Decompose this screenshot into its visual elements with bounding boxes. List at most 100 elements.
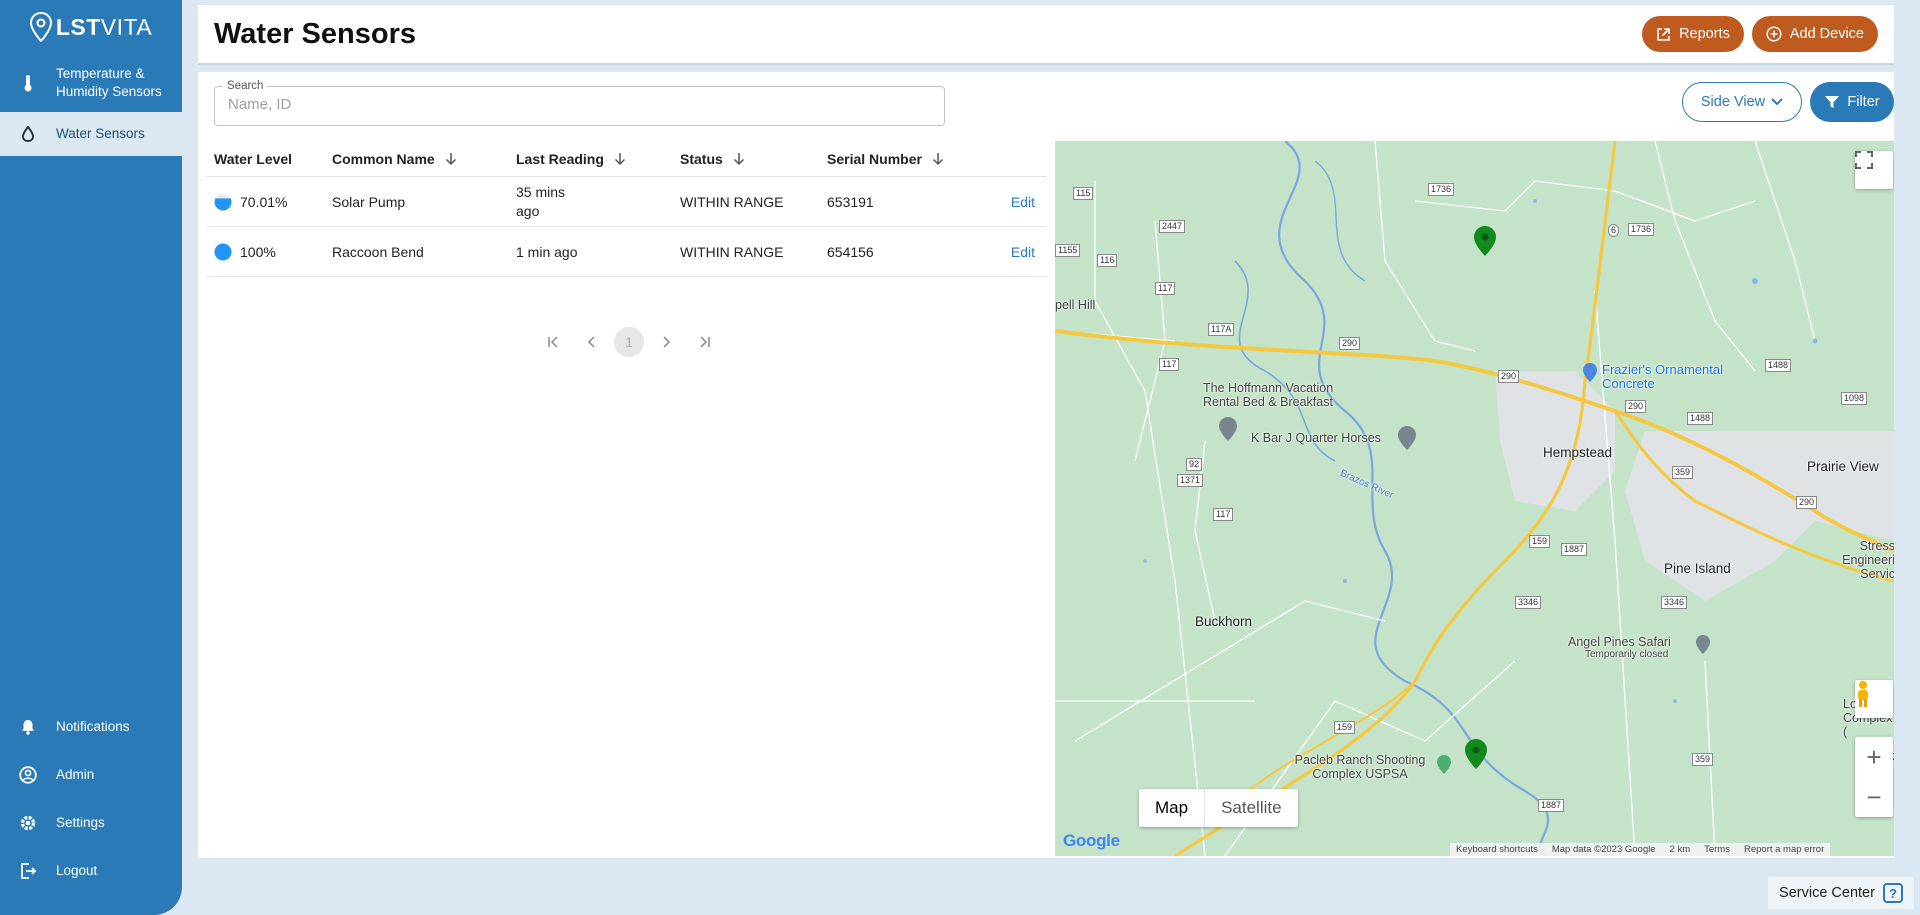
reports-button[interactable]: Reports (1642, 16, 1744, 52)
table-row[interactable]: 100% Raccoon Bend 1 min ago WITHIN RANGE… (206, 227, 1047, 277)
map-view[interactable]: pell Hill The Hoffmann Vacation Rental B… (1055, 141, 1894, 856)
sidebar-item-water-sensors[interactable]: Water Sensors (0, 112, 182, 156)
col-serial-number[interactable]: Serial Number (821, 151, 991, 167)
map-label: Pacleb Ranch Shooting Complex USPSA (1294, 753, 1426, 781)
user-circle-icon (0, 766, 56, 784)
page-number-button[interactable]: 1 (614, 327, 644, 357)
sidebar-item-label: Notifications (56, 719, 130, 734)
water-level-gauge (214, 243, 232, 260)
location-pin-icon (29, 12, 52, 42)
chevron-down-icon (1771, 98, 1783, 106)
app-logo[interactable]: LSTVITA (0, 0, 182, 54)
filter-button[interactable]: Filter (1810, 82, 1894, 122)
road-shield: 290 (1796, 496, 1818, 509)
last-reading-cell: 35 mins ago (510, 183, 674, 221)
col-label: Last Reading (516, 150, 604, 167)
add-device-button[interactable]: Add Device (1751, 16, 1878, 52)
sidebar-item-logout[interactable]: Logout (0, 857, 182, 885)
road-shield: 159 (1334, 721, 1356, 734)
road-shield: 1371 (1177, 474, 1204, 487)
road-shield: 159 (1529, 535, 1551, 548)
water-level-cell: 70.01% (206, 193, 326, 211)
street-view-pegman[interactable] (1855, 680, 1893, 718)
common-name-cell: Solar Pump (332, 193, 406, 210)
road-shield: 6 (1608, 224, 1620, 237)
page-header: Water Sensors Reports Add Device (198, 5, 1894, 65)
side-view-button[interactable]: Side View (1682, 82, 1802, 122)
water-level-cell: 100% (206, 243, 326, 261)
pagination: 1 (538, 327, 720, 357)
sidebar-item-temperature-humidity[interactable]: Temperature & Humidity Sensors (0, 56, 182, 110)
sidebar-item-label: Settings (56, 815, 105, 830)
sidebar-item-admin[interactable]: Admin (0, 761, 182, 789)
road-shield: 3346 (1661, 596, 1688, 609)
sidebar-item-label: Water Sensors (56, 126, 145, 141)
logo-text: LSTVITA (55, 13, 153, 40)
zoom-out-button[interactable]: − (1855, 777, 1893, 817)
map-label: Temporarily closed (1585, 649, 1669, 660)
main-panel: Search Side View Filter Water Level Comm… (198, 72, 1894, 858)
next-page-button[interactable] (652, 327, 682, 357)
edit-link[interactable]: Edit (1011, 244, 1035, 260)
last-page-button[interactable] (690, 327, 720, 357)
map-label: Pine Island (1664, 561, 1731, 576)
road-shield: 1155 (1055, 244, 1081, 257)
search-field[interactable]: Search (214, 80, 945, 126)
side-view-label: Side View (1700, 94, 1766, 110)
sidebar-item-label: Logout (56, 863, 98, 878)
sidebar-item-notifications[interactable]: Notifications (0, 713, 182, 741)
table-row[interactable]: 70.01% Solar Pump 35 mins ago WITHIN RAN… (206, 177, 1047, 227)
road-shield: 117 (1213, 508, 1234, 521)
map-fullscreen-button[interactable] (1855, 151, 1893, 189)
water-level-value: 70.01% (240, 193, 288, 210)
road-shield: 290 (1339, 337, 1361, 350)
map-data-text: Map data ©2023 Google (1551, 844, 1656, 855)
keyboard-shortcuts-link[interactable]: Keyboard shortcuts (1456, 844, 1538, 855)
gear-icon (0, 814, 56, 832)
map-type-satellite-button[interactable]: Satellite (1204, 789, 1297, 827)
col-last-reading[interactable]: Last Reading (510, 151, 674, 167)
col-label: Water Level (214, 150, 293, 167)
status-cell: WITHIN RANGE (680, 243, 784, 260)
external-link-icon (1657, 27, 1670, 41)
zoom-in-button[interactable]: + (1855, 737, 1893, 777)
chevron-right-icon (663, 336, 671, 348)
search-input[interactable] (228, 96, 928, 113)
add-device-label: Add Device (1789, 26, 1864, 42)
col-status[interactable]: Status (674, 151, 821, 167)
chevron-left-icon (587, 336, 595, 348)
first-page-button[interactable] (538, 327, 568, 357)
common-name-cell: Raccoon Bend (332, 243, 424, 260)
filter-label: Filter (1847, 94, 1880, 110)
col-common-name[interactable]: Common Name (326, 151, 510, 167)
col-water-level[interactable]: Water Level (206, 151, 326, 167)
water-level-value: 100% (240, 243, 276, 260)
road-shield: 117 (1159, 358, 1180, 371)
sort-arrow-icon (733, 152, 744, 165)
road-shield: 115 (1073, 187, 1094, 200)
sidebar-item-settings[interactable]: Settings (0, 809, 182, 837)
table-header: Water Level Common Name Last Reading Sta… (206, 141, 1047, 177)
map-type-map-button[interactable]: Map (1139, 789, 1204, 827)
edit-link[interactable]: Edit (1011, 194, 1035, 210)
map-label: Hempstead (1543, 445, 1613, 460)
col-label: Common Name (332, 150, 435, 167)
report-error-link[interactable]: Report a map error (1744, 844, 1824, 855)
filter-icon (1825, 96, 1840, 108)
road-shield: 359 (1672, 466, 1694, 479)
service-center-button[interactable]: Service Center ? (1768, 877, 1914, 909)
plus-icon: + (1866, 741, 1882, 772)
sensor-table: Water Level Common Name Last Reading Sta… (206, 141, 1047, 277)
road-shield: 290 (1498, 370, 1520, 383)
terms-link[interactable]: Terms (1704, 844, 1730, 855)
google-logo-text: Google (1063, 831, 1120, 850)
last-reading-cell: 1 min ago (516, 243, 578, 260)
road-shield: 359 (1692, 753, 1714, 766)
road-shield: 2447 (1159, 220, 1186, 233)
sidebar: LSTVITA Temperature & Humidity Sensors W… (0, 0, 182, 915)
service-center-label: Service Center (1779, 885, 1875, 901)
prev-page-button[interactable] (576, 327, 606, 357)
road-shield: 92 (1186, 458, 1203, 471)
road-shield: 117A (1208, 323, 1235, 336)
scale-text[interactable]: 2 km (1670, 844, 1691, 855)
